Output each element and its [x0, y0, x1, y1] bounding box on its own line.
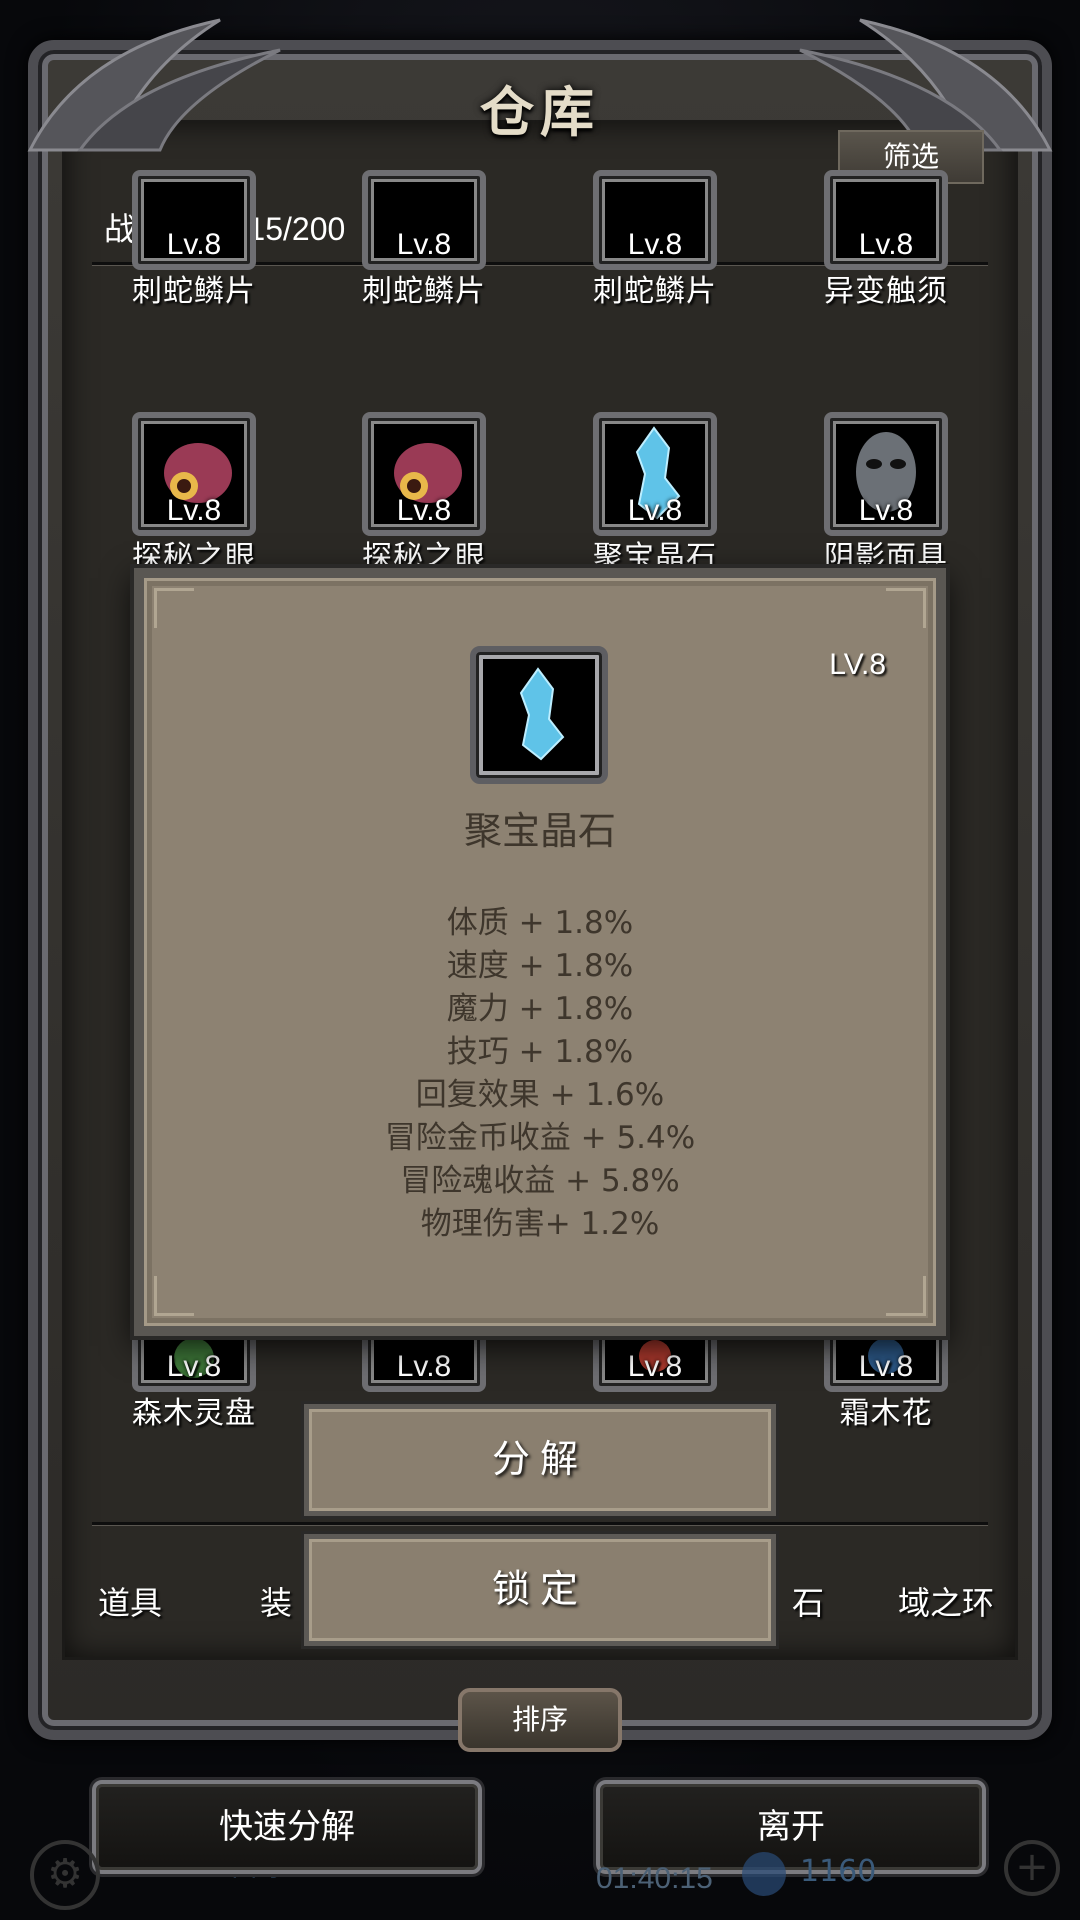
stat-line: 速度 + 1.8%	[446, 948, 634, 984]
item-slot: Lv.8	[824, 412, 948, 536]
item-name: 刺蛇鳞片	[593, 274, 717, 309]
item-cell[interactable]: Lv.8 探秘之眼	[84, 412, 304, 576]
tab-items[interactable]: 道具	[98, 1578, 162, 1624]
lock-button[interactable]: 锁定	[304, 1534, 776, 1646]
quick-decompose-button[interactable]: 快速分解	[92, 1780, 482, 1874]
item-level: Lv.8	[166, 494, 222, 527]
corner-ornament	[154, 588, 194, 628]
item-level: Lv.8	[627, 228, 683, 261]
item-level: Lv.8	[166, 1350, 222, 1383]
item-slot: Lv.8	[593, 412, 717, 536]
leave-button[interactable]: 离开	[596, 1780, 986, 1874]
item-cell[interactable]: Lv.8 刺蛇鳞片	[314, 170, 534, 310]
item-level: Lv.8	[396, 228, 452, 261]
stat-line: 技巧 + 1.8%	[446, 1034, 634, 1070]
decompose-button[interactable]: 分解	[304, 1404, 776, 1516]
plus-icon[interactable]: +	[1004, 1840, 1060, 1896]
tab-stone[interactable]: 石	[792, 1578, 824, 1624]
item-level: Lv.8	[858, 228, 914, 261]
item-slot: Lv.8	[362, 412, 486, 536]
item-name: 森木灵盘	[132, 1396, 256, 1431]
modal-item-slot	[470, 646, 608, 784]
item-name: 异变触须	[824, 274, 948, 309]
stat-line: 物理伤害+ 1.2%	[420, 1206, 660, 1242]
sort-button[interactable]: 排序	[458, 1688, 622, 1752]
corner-ornament	[154, 1276, 194, 1316]
item-slot: Lv.8	[824, 170, 948, 270]
item-slot: Lv.8	[593, 170, 717, 270]
item-cell[interactable]: Lv.8 探秘之眼	[314, 412, 534, 576]
gear-icon[interactable]: ⚙	[30, 1840, 100, 1910]
stat-line: 冒险魂收益 + 5.8%	[400, 1163, 680, 1199]
item-name: 刺蛇鳞片	[132, 274, 256, 309]
tab-equipment[interactable]: 装	[260, 1578, 292, 1624]
item-level: Lv.8	[858, 1350, 914, 1383]
stat-line: 魔力 + 1.8%	[446, 991, 634, 1027]
item-level: Lv.8	[627, 494, 683, 527]
item-detail-modal: LV.8 聚宝晶石 体质 + 1.8% 速度 + 1.8% 魔力 + 1.8% …	[134, 568, 946, 1336]
stat-line: 冒险金币收益 + 5.4%	[384, 1120, 696, 1156]
item-level: Lv.8	[396, 494, 452, 527]
item-cell[interactable]: Lv.8 刺蛇鳞片	[84, 170, 304, 310]
item-level: Lv.8	[396, 1350, 452, 1383]
modal-item-level: LV.8	[829, 648, 886, 681]
stat-line: 回复效果 + 1.6%	[415, 1077, 665, 1113]
stat-line: 体质 + 1.8%	[446, 905, 634, 941]
modal-item-name: 聚宝晶石	[463, 809, 616, 853]
divider-bottom	[92, 1522, 988, 1525]
item-name: 刺蛇鳞片	[362, 274, 486, 309]
shield-icon	[742, 1852, 786, 1896]
item-cell[interactable]: Lv.8 聚宝晶石	[545, 412, 765, 576]
tab-domain-ring[interactable]: 域之环	[898, 1578, 994, 1624]
item-cell[interactable]: Lv.8 异变触须	[776, 170, 996, 310]
item-level: Lv.8	[166, 228, 222, 261]
item-cell[interactable]: Lv.8 刺蛇鳞片	[545, 170, 765, 310]
timer: 01:40:15	[596, 1862, 713, 1895]
currency-value: 1160	[800, 1854, 877, 1889]
crystal-icon	[519, 667, 565, 761]
corner-ornament	[886, 1276, 926, 1316]
item-name: 霜木花	[839, 1396, 933, 1431]
item-cell[interactable]: Lv.8 阴影面具	[776, 412, 996, 576]
item-slot: Lv.8	[362, 170, 486, 270]
item-level: Lv.8	[627, 1350, 683, 1383]
item-slot: Lv.8	[132, 412, 256, 536]
stats-list: 体质 + 1.8% 速度 + 1.8% 魔力 + 1.8% 技巧 + 1.8% …	[144, 902, 936, 1246]
item-slot: Lv.8	[132, 170, 256, 270]
corner-ornament	[886, 588, 926, 628]
item-level: Lv.8	[858, 494, 914, 527]
